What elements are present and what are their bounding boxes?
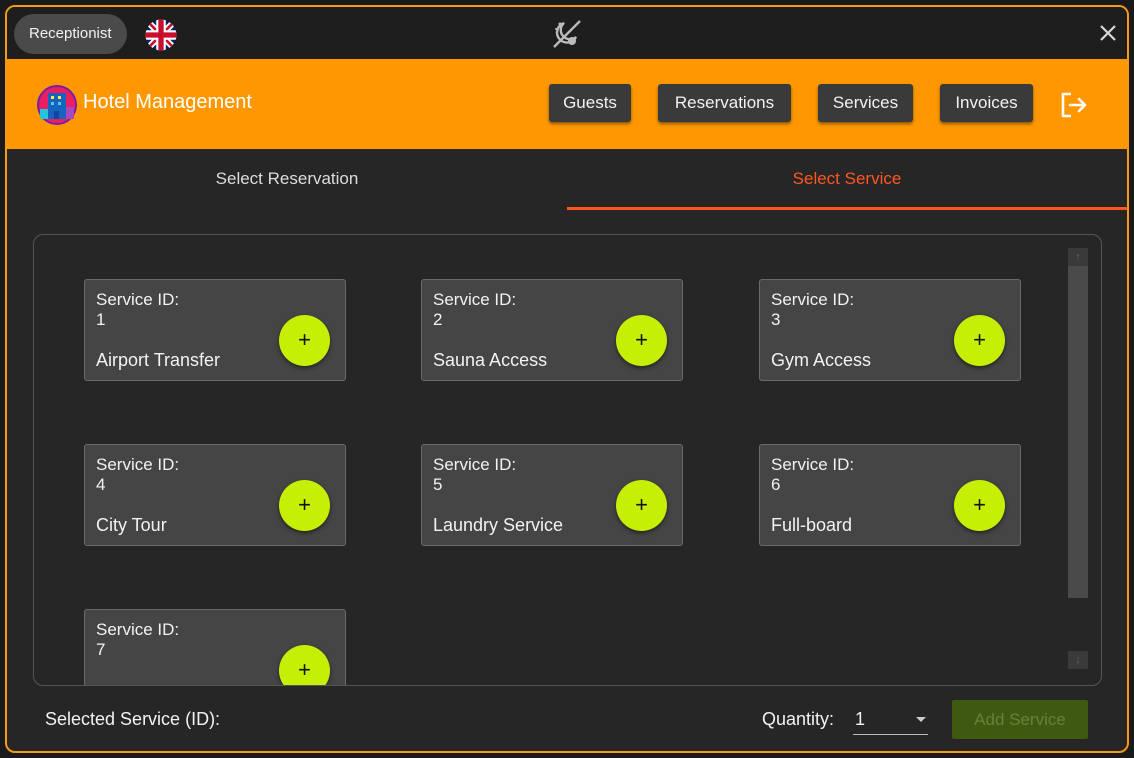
app-header: Hotel Management Guests Reservations Ser… bbox=[7, 59, 1127, 149]
nav-invoices-button[interactable]: Invoices bbox=[940, 84, 1033, 122]
tab-select-reservation[interactable]: Select Reservation bbox=[7, 149, 567, 209]
service-id-label: Service ID: bbox=[771, 455, 855, 474]
service-id-value: 1 bbox=[96, 310, 106, 329]
nav-services-button[interactable]: Services bbox=[818, 84, 913, 122]
logout-icon[interactable] bbox=[1059, 90, 1089, 120]
service-card[interactable]: Service ID: 1 Airport Transfer + bbox=[84, 279, 346, 381]
service-name: Sauna Access bbox=[433, 350, 548, 370]
service-id-value: 2 bbox=[433, 310, 443, 329]
service-id-value: 5 bbox=[433, 475, 443, 494]
service-card[interactable]: Service ID: 2 Sauna Access + bbox=[421, 279, 683, 381]
service-name: City Tour bbox=[96, 515, 167, 535]
nav-guests-button[interactable]: Guests bbox=[549, 84, 631, 122]
app-title: Hotel Management bbox=[83, 91, 252, 113]
role-badge[interactable]: Receptionist bbox=[14, 14, 127, 54]
active-tab-indicator bbox=[567, 207, 1127, 210]
scroll-thumb[interactable] bbox=[1068, 266, 1088, 598]
service-id-value: 7 bbox=[96, 640, 106, 659]
title-bar: Receptionist bbox=[7, 7, 1127, 59]
services-panel: Service ID: 1 Airport Transfer + Service… bbox=[33, 234, 1102, 686]
service-card[interactable]: Service ID: 7 + bbox=[84, 609, 346, 685]
tab-bar: Select Reservation Select Service bbox=[7, 149, 1127, 211]
service-card[interactable]: Service ID: 6 Full-board + bbox=[759, 444, 1021, 546]
scroll-up-arrow-icon[interactable]: ↑ bbox=[1068, 248, 1088, 266]
vertical-scrollbar[interactable]: ↑ ↓ bbox=[1068, 248, 1088, 675]
chevron-down-icon bbox=[916, 717, 926, 722]
service-card[interactable]: Service ID: 5 Laundry Service + bbox=[421, 444, 683, 546]
add-service-button[interactable]: + bbox=[616, 480, 667, 531]
add-service-button[interactable]: + bbox=[279, 480, 330, 531]
service-id-label: Service ID: bbox=[771, 290, 855, 309]
service-id-label: Service ID: bbox=[433, 290, 517, 309]
service-name: Laundry Service bbox=[433, 515, 564, 535]
service-name: Airport Transfer bbox=[96, 350, 221, 370]
service-id-label: Service ID: bbox=[96, 290, 180, 309]
service-id-value: 6 bbox=[771, 475, 781, 494]
tab-select-service[interactable]: Select Service bbox=[567, 149, 1127, 209]
quantity-value: 1 bbox=[855, 709, 866, 729]
service-name: Gym Access bbox=[771, 350, 872, 370]
day-night-toggle-icon[interactable] bbox=[550, 17, 584, 51]
add-service-submit-button[interactable]: Add Service bbox=[952, 700, 1088, 739]
service-id-value: 4 bbox=[96, 475, 106, 494]
service-card[interactable]: Service ID: 3 Gym Access + bbox=[759, 279, 1021, 381]
service-id-label: Service ID: bbox=[433, 455, 517, 474]
service-id-label: Service ID: bbox=[96, 455, 180, 474]
service-id-value: 3 bbox=[771, 310, 781, 329]
service-card[interactable]: Service ID: 4 City Tour + bbox=[84, 444, 346, 546]
uk-flag-icon[interactable] bbox=[145, 19, 177, 51]
nav-reservations-button[interactable]: Reservations bbox=[658, 84, 791, 122]
add-service-button[interactable]: + bbox=[954, 480, 1005, 531]
service-name: Full-board bbox=[771, 515, 853, 535]
quantity-select[interactable]: 1 bbox=[853, 707, 928, 735]
app-window: Receptionist Hotel Management Guests Res… bbox=[5, 5, 1129, 753]
selected-service-label: Selected Service (ID): bbox=[45, 709, 221, 729]
hotel-logo-icon bbox=[37, 85, 77, 125]
add-service-button[interactable]: + bbox=[279, 315, 330, 366]
add-service-button[interactable]: + bbox=[616, 315, 667, 366]
service-id-label: Service ID: bbox=[96, 620, 180, 639]
add-service-button[interactable]: + bbox=[279, 645, 330, 685]
add-service-button[interactable]: + bbox=[954, 315, 1005, 366]
quantity-label: Quantity: bbox=[762, 709, 835, 729]
scroll-down-arrow-icon[interactable]: ↓ bbox=[1068, 651, 1088, 669]
close-icon[interactable] bbox=[1098, 23, 1118, 43]
